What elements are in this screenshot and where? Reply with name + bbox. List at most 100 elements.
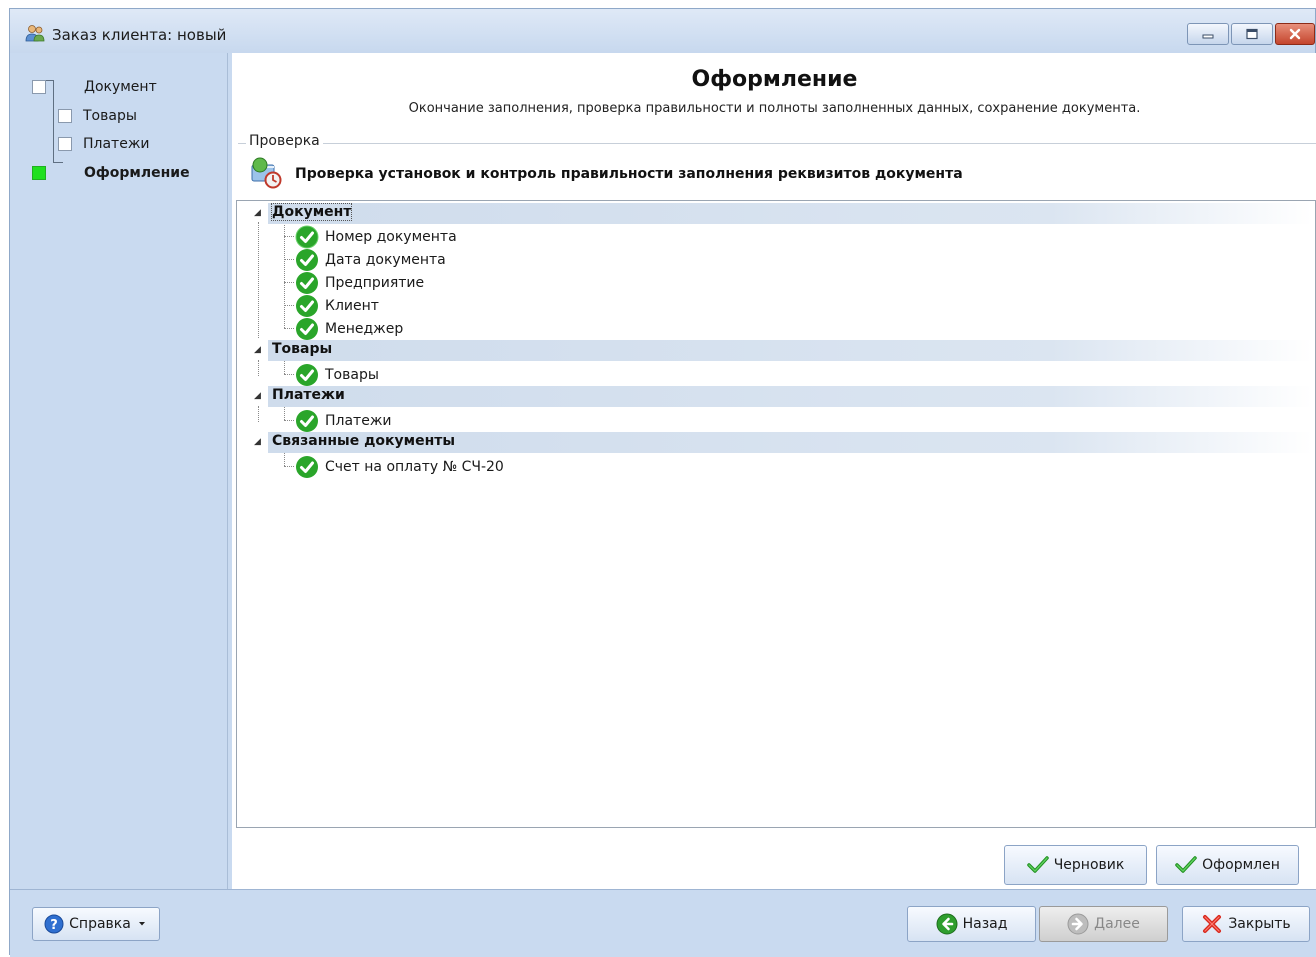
tree-group-row[interactable]: Связанные документы	[268, 432, 1313, 453]
tree-item[interactable]: Счет на оплату № СЧ-20	[295, 455, 504, 478]
tree-item-label: Дата документа	[325, 251, 446, 268]
draft-button-label: Черновик	[1053, 857, 1125, 873]
tree-item-label: Менеджер	[325, 320, 404, 337]
checkmark-icon	[1175, 856, 1197, 873]
tree-connector	[284, 374, 294, 375]
check-ok-icon	[296, 455, 318, 478]
draft-button[interactable]: Черновик	[1004, 845, 1147, 885]
tree-item-label: Клиент	[325, 297, 379, 314]
tree-group-title: Связанные документы	[272, 433, 456, 449]
collapse-arrow-icon[interactable]: ◢	[254, 209, 263, 218]
help-icon: ?	[44, 914, 64, 934]
step-status-box	[58, 109, 72, 123]
collapse-arrow-icon[interactable]: ◢	[254, 438, 263, 447]
dialog-window: Заказ клиента: новый Документ Товары Пла…	[9, 8, 1316, 957]
tree-connector	[284, 259, 294, 260]
step-finalize[interactable]: Оформление	[32, 162, 190, 184]
arrow-left-icon	[936, 913, 958, 935]
validation-tree[interactable]: ◢ Документ Номер документа Дата документ…	[236, 200, 1316, 828]
minimize-button[interactable]	[1187, 23, 1229, 45]
next-button[interactable]: Далее	[1039, 906, 1168, 942]
maximize-button[interactable]	[1231, 23, 1273, 45]
collapse-arrow-icon[interactable]: ◢	[254, 392, 263, 401]
tree-item[interactable]: Номер документа	[295, 225, 457, 248]
check-ok-icon	[296, 409, 318, 432]
step-goods[interactable]: Товары	[58, 105, 137, 127]
window-title: Заказ клиента: новый	[52, 26, 227, 44]
page-subtitle: Окончание заполнения, проверка правильно…	[408, 101, 1141, 116]
tree-connector	[258, 360, 259, 376]
close-icon	[1289, 28, 1301, 40]
tree-connector	[284, 452, 285, 466]
step-label: Оформление	[84, 165, 190, 181]
tree-connector	[258, 406, 259, 422]
tree-group-row[interactable]: Документ	[268, 203, 1313, 224]
step-status-box	[32, 80, 46, 94]
arrow-right-icon	[1067, 913, 1089, 935]
wizard-steps-sidebar: Документ Товары Платежи Оформление	[20, 53, 228, 889]
tree-item[interactable]: Клиент	[295, 294, 379, 317]
tree-group-title: Товары	[272, 341, 333, 357]
tree-item[interactable]: Товары	[295, 363, 379, 386]
step-label: Платежи	[83, 136, 150, 152]
tree-item[interactable]: Предприятие	[295, 271, 424, 294]
title-bar[interactable]: Заказ клиента: новый	[10, 9, 1315, 53]
tree-connector	[284, 420, 294, 421]
close-button-label: Закрыть	[1228, 916, 1291, 932]
tree-connector	[284, 406, 285, 420]
check-heading: Проверка установок и контроль правильнос…	[295, 166, 963, 182]
close-button[interactable]: Закрыть	[1182, 906, 1310, 942]
tree-group-row[interactable]: Товары	[268, 340, 1313, 361]
finalize-button[interactable]: Оформлен	[1156, 845, 1299, 885]
tree-item-label: Платежи	[325, 412, 392, 429]
tree-item[interactable]: Дата документа	[295, 248, 446, 271]
wizard-footer: ? Справка Назад Далее Закрыть	[10, 889, 1316, 957]
check-ok-icon	[295, 225, 319, 248]
svg-text:?: ?	[50, 918, 58, 933]
tree-connector	[284, 305, 294, 306]
minimize-icon	[1202, 34, 1214, 39]
step-status-box	[58, 137, 72, 151]
tree-connector	[284, 328, 294, 329]
tree-item[interactable]: Платежи	[295, 409, 392, 432]
main-panel: Оформление Окончание заполнения, проверк…	[232, 53, 1316, 889]
document-check-icon	[251, 157, 282, 189]
tree-connector	[284, 282, 294, 283]
step-label: Документ	[84, 79, 157, 95]
chevron-down-icon	[138, 922, 145, 926]
users-icon	[25, 25, 45, 42]
tree-group-title: Документ	[270, 203, 353, 221]
step-label: Товары	[83, 108, 137, 124]
check-ok-icon	[296, 363, 318, 386]
tree-connector	[284, 236, 294, 237]
check-ok-icon	[296, 271, 318, 294]
tree-item[interactable]: Менеджер	[295, 317, 403, 340]
maximize-icon	[1246, 28, 1258, 40]
collapse-arrow-icon[interactable]: ◢	[254, 346, 263, 355]
finalize-button-label: Оформлен	[1202, 857, 1280, 873]
tree-group-row[interactable]: Платежи	[268, 386, 1313, 407]
tree-item-label: Товары	[325, 366, 379, 383]
tree-item-label: Счет на оплату № СЧ-20	[325, 458, 504, 475]
check-group-label: Проверка	[246, 133, 323, 149]
tree-group-title: Платежи	[272, 387, 345, 403]
check-ok-icon	[296, 248, 318, 271]
tree-connector	[284, 360, 285, 374]
group-border	[238, 143, 1316, 144]
back-button[interactable]: Назад	[907, 906, 1036, 942]
step-document[interactable]: Документ	[32, 76, 157, 98]
back-button-label: Назад	[962, 916, 1008, 932]
tree-item-label: Номер документа	[325, 228, 457, 245]
tree-connector	[284, 222, 285, 328]
close-x-icon	[1203, 915, 1222, 933]
tree-connector	[258, 222, 259, 338]
page-title: Оформление	[691, 67, 858, 92]
tree-connector	[284, 466, 294, 467]
check-ok-icon	[296, 294, 318, 317]
tree-item-label: Предприятие	[325, 274, 425, 291]
step-payments[interactable]: Платежи	[58, 133, 150, 155]
close-window-button[interactable]	[1275, 23, 1315, 45]
help-button[interactable]: ? Справка	[32, 907, 160, 941]
window-controls	[1187, 23, 1315, 45]
next-button-label: Далее	[1094, 916, 1140, 932]
